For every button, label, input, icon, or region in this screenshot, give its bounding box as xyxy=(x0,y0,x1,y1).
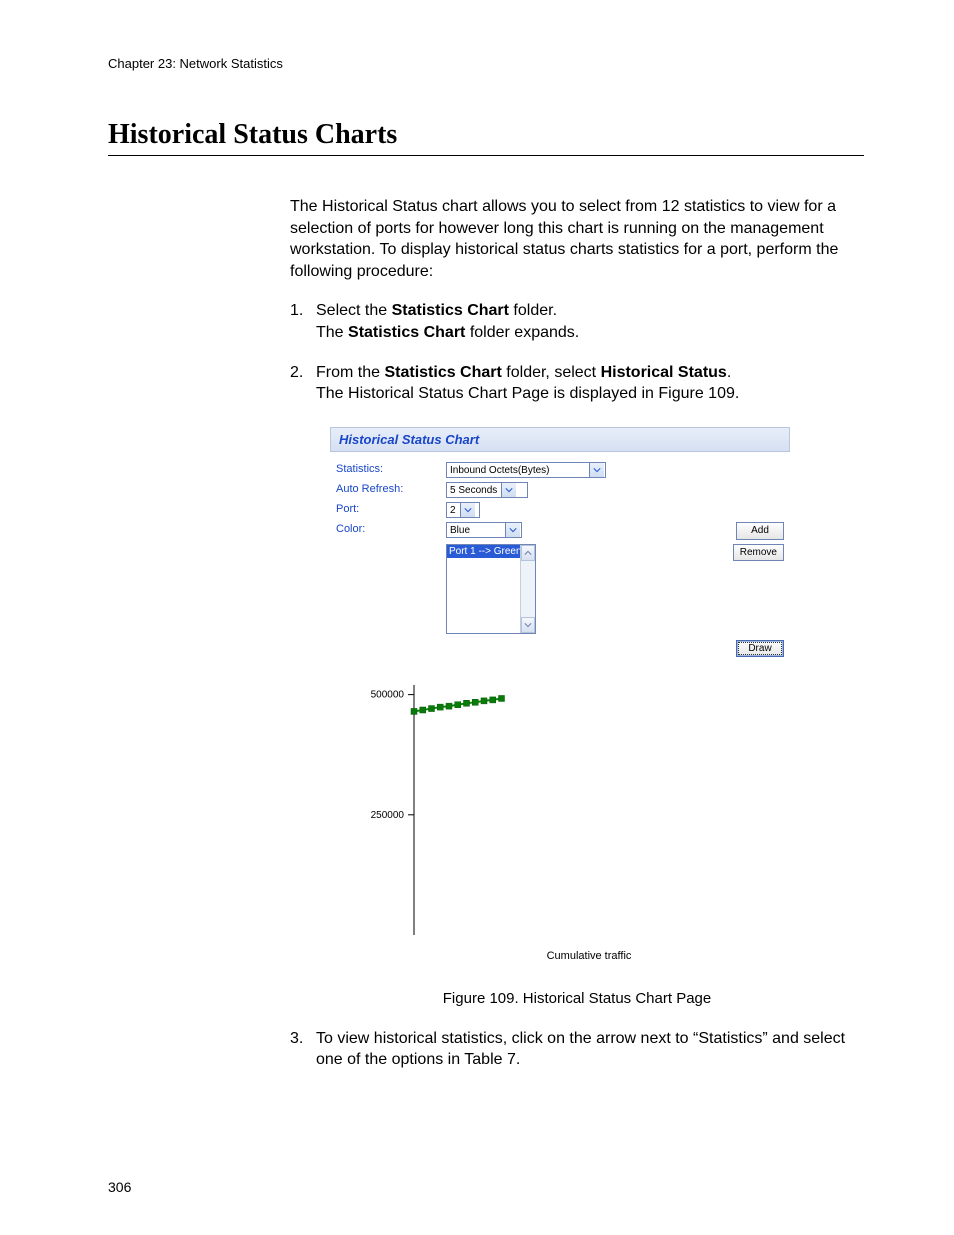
label-port: Port: xyxy=(336,502,446,517)
step-number: 2. xyxy=(290,362,316,405)
add-button[interactable]: Add xyxy=(736,522,784,540)
text-bold: Statistics Chart xyxy=(392,302,509,319)
step-2: 2. From the Statistics Chart folder, sel… xyxy=(290,362,864,405)
text-bold: Statistics Chart xyxy=(384,364,501,381)
select-value: 5 Seconds xyxy=(450,484,497,498)
text-bold: Statistics Chart xyxy=(348,324,465,341)
scrollbar[interactable] xyxy=(520,545,535,633)
port-color-listbox[interactable]: Port 1 --> Green xyxy=(446,544,536,634)
figure-caption: Figure 109. Historical Status Chart Page xyxy=(290,989,864,1009)
text: To view historical statistics, click on … xyxy=(316,1030,845,1069)
chevron-down-icon[interactable] xyxy=(501,483,516,497)
text-bold: Historical Status xyxy=(601,364,727,381)
port-select[interactable]: 2 xyxy=(446,502,480,518)
label-statistics: Statistics: xyxy=(336,462,446,477)
step-number: 1. xyxy=(290,300,316,343)
intro-paragraph: The Historical Status chart allows you t… xyxy=(290,196,864,282)
text: folder. xyxy=(509,302,557,319)
text: . xyxy=(727,364,731,381)
select-value: 2 xyxy=(450,504,456,518)
label-auto-refresh: Auto Refresh: xyxy=(336,482,446,497)
chevron-down-icon[interactable] xyxy=(460,503,475,517)
svg-text:500000: 500000 xyxy=(371,690,405,701)
step-1: 1. Select the Statistics Chart folder. T… xyxy=(290,300,864,343)
step-3: 3. To view historical statistics, click … xyxy=(290,1028,864,1071)
text: folder expands. xyxy=(465,324,579,341)
scroll-down-icon[interactable] xyxy=(521,617,535,633)
draw-button[interactable]: Draw xyxy=(736,640,784,658)
chevron-down-icon[interactable] xyxy=(505,523,520,537)
statistics-select[interactable]: Inbound Octets(Bytes) xyxy=(446,462,606,478)
historical-status-chart-panel: Historical Status Chart Statistics: Inbo… xyxy=(330,427,790,974)
select-value: Blue xyxy=(450,524,470,538)
section-title: Historical Status Charts xyxy=(108,119,864,156)
text: From the xyxy=(316,364,384,381)
text: Select the xyxy=(316,302,392,319)
scroll-up-icon[interactable] xyxy=(521,545,535,561)
label-color: Color: xyxy=(336,522,446,537)
historical-status-chart: 250000 500000 Cumulative traffic xyxy=(354,675,774,965)
remove-button[interactable]: Remove xyxy=(733,544,784,562)
page-number: 306 xyxy=(108,1179,131,1195)
svg-text:250000: 250000 xyxy=(371,810,405,821)
chapter-header: Chapter 23: Network Statistics xyxy=(108,56,864,71)
chevron-down-icon[interactable] xyxy=(589,463,604,477)
select-value: Inbound Octets(Bytes) xyxy=(450,464,550,478)
text: The Historical Status Chart Page is disp… xyxy=(316,385,739,402)
panel-title: Historical Status Chart xyxy=(330,427,790,453)
color-select[interactable]: Blue xyxy=(446,522,522,538)
svg-text:Cumulative traffic: Cumulative traffic xyxy=(547,950,632,962)
text: folder, select xyxy=(502,364,601,381)
text: The xyxy=(316,324,348,341)
step-number: 3. xyxy=(290,1028,316,1071)
auto-refresh-select[interactable]: 5 Seconds xyxy=(446,482,528,498)
